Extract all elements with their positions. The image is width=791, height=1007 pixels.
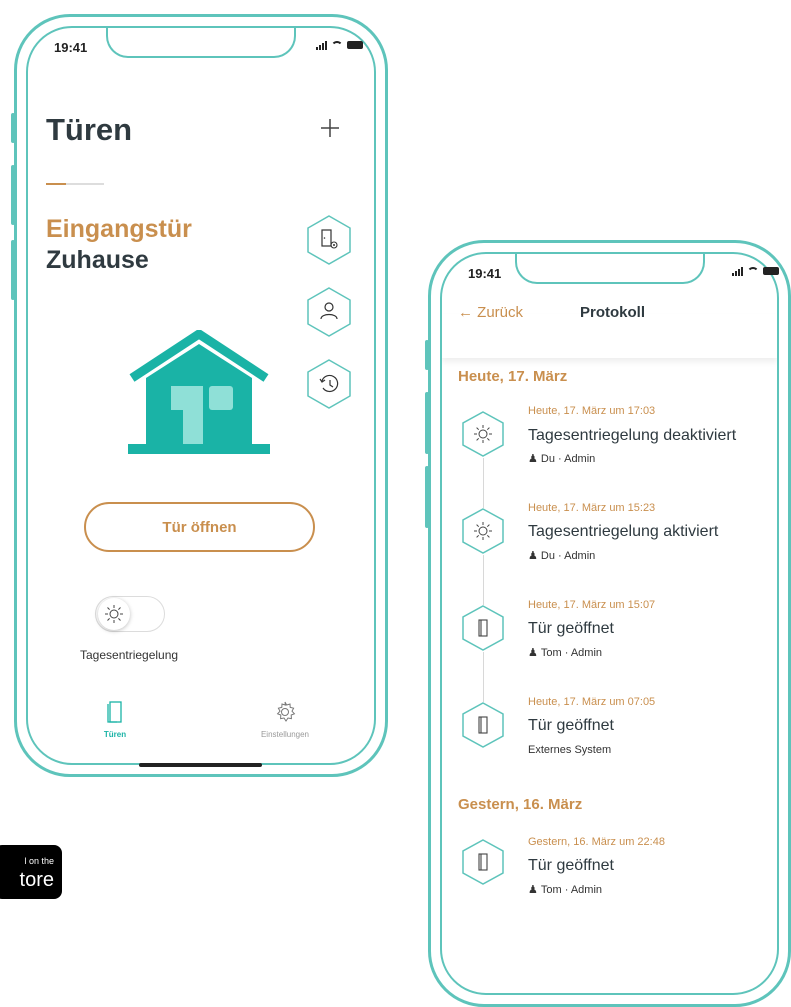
log-entry-time: Gestern, 16. März um 22:48 xyxy=(528,836,665,848)
log-entry-icon xyxy=(459,701,507,749)
admin-user-icon: ♟ xyxy=(528,550,538,562)
log-entry-icon xyxy=(459,604,507,652)
house-illustration xyxy=(128,328,270,454)
door-name: Eingangstür xyxy=(46,215,192,243)
notch xyxy=(106,28,296,58)
section-heading: Gestern, 16. März xyxy=(458,796,583,813)
signal-icon xyxy=(316,40,327,50)
store-badge-big: tore xyxy=(19,869,54,891)
log-entry-title: Tür geöffnet xyxy=(528,857,614,874)
log-entry-user: ♟ Tom · Admin xyxy=(528,883,603,897)
timeline-line xyxy=(483,458,484,508)
log-entry-user: ♟ Tom · Admin xyxy=(528,646,603,660)
gear-icon xyxy=(276,701,296,722)
toggle-knob xyxy=(98,598,130,630)
log-entry-title: Tagesentriegelung deaktiviert xyxy=(528,427,737,444)
timeline-line xyxy=(483,652,484,702)
status-time: 19:41 xyxy=(54,40,88,55)
log-entry-time: Heute, 17. März um 15:07 xyxy=(528,599,656,611)
store-badge-small: l on the xyxy=(24,856,54,866)
log-entry-user: ♟ Du · Admin xyxy=(528,549,596,563)
tab-settings-label: Einstellungen xyxy=(260,730,310,739)
log-entry-user-label: Tom · Admin xyxy=(540,646,603,659)
door-location: Zuhause xyxy=(46,246,149,274)
history-button[interactable] xyxy=(303,358,355,410)
log-entry-user-label: Du · Admin xyxy=(540,549,596,562)
status-icons xyxy=(316,40,363,50)
protocol-title: Protokoll xyxy=(580,304,646,321)
log-entry-icon xyxy=(459,838,507,886)
admin-user-icon: ♟ xyxy=(528,647,538,659)
log-entry-title: Tür geöffnet xyxy=(528,620,614,637)
app-store-badge[interactable]: l on the tore xyxy=(0,845,62,899)
log-entry-user-label: Tom · Admin xyxy=(540,883,603,896)
battery-icon xyxy=(763,267,779,275)
home-indicator xyxy=(139,763,262,767)
log-entry-title: Tür geöffnet xyxy=(528,717,614,734)
notch xyxy=(514,254,705,284)
back-arrow-icon: ← xyxy=(458,304,473,321)
wifi-icon xyxy=(331,40,343,50)
doors-icon xyxy=(107,701,122,723)
log-entry-title: Tagesentriegelung aktiviert xyxy=(528,523,719,540)
log-entry-user-label: Externes System xyxy=(528,744,612,756)
log-entry-time: Heute, 17. März um 07:05 xyxy=(528,696,656,708)
timeline-line xyxy=(483,555,484,605)
day-unlock-toggle[interactable] xyxy=(95,596,165,632)
sun-icon xyxy=(105,605,123,623)
tab-settings[interactable]: Einstellungen xyxy=(250,700,320,739)
status-icons xyxy=(732,266,779,276)
log-entry-user-label: Du · Admin xyxy=(540,452,596,465)
toggle-label: Tagesentriegelung xyxy=(80,648,179,662)
back-button[interactable]: ← Zurück xyxy=(458,304,523,321)
back-label: Zurück xyxy=(477,304,524,321)
status-time: 19:41 xyxy=(468,266,502,281)
tab-doors-label: Türen xyxy=(103,730,127,739)
title-divider xyxy=(46,183,104,185)
log-entry-user: ♟ Du · Admin xyxy=(528,452,596,466)
admin-user-icon: ♟ xyxy=(528,453,538,465)
open-door-button[interactable]: Tür öffnen xyxy=(84,502,315,552)
log-entry-icon xyxy=(459,507,507,555)
page-title: Türen xyxy=(46,112,133,147)
signal-icon xyxy=(732,266,743,276)
users-button[interactable] xyxy=(303,286,355,338)
door-settings-button[interactable] xyxy=(303,214,355,266)
plus-icon[interactable] xyxy=(320,114,340,145)
tab-doors[interactable]: Türen xyxy=(85,700,145,739)
battery-icon xyxy=(347,41,363,49)
log-entry-time: Heute, 17. März um 17:03 xyxy=(528,405,656,417)
wifi-icon xyxy=(747,266,759,276)
log-entry-user: Externes System xyxy=(528,744,611,756)
log-entry-icon xyxy=(459,410,507,458)
section-heading: Heute, 17. März xyxy=(458,368,568,385)
log-entry-time: Heute, 17. März um 15:23 xyxy=(528,502,656,514)
admin-user-icon: ♟ xyxy=(528,884,538,896)
